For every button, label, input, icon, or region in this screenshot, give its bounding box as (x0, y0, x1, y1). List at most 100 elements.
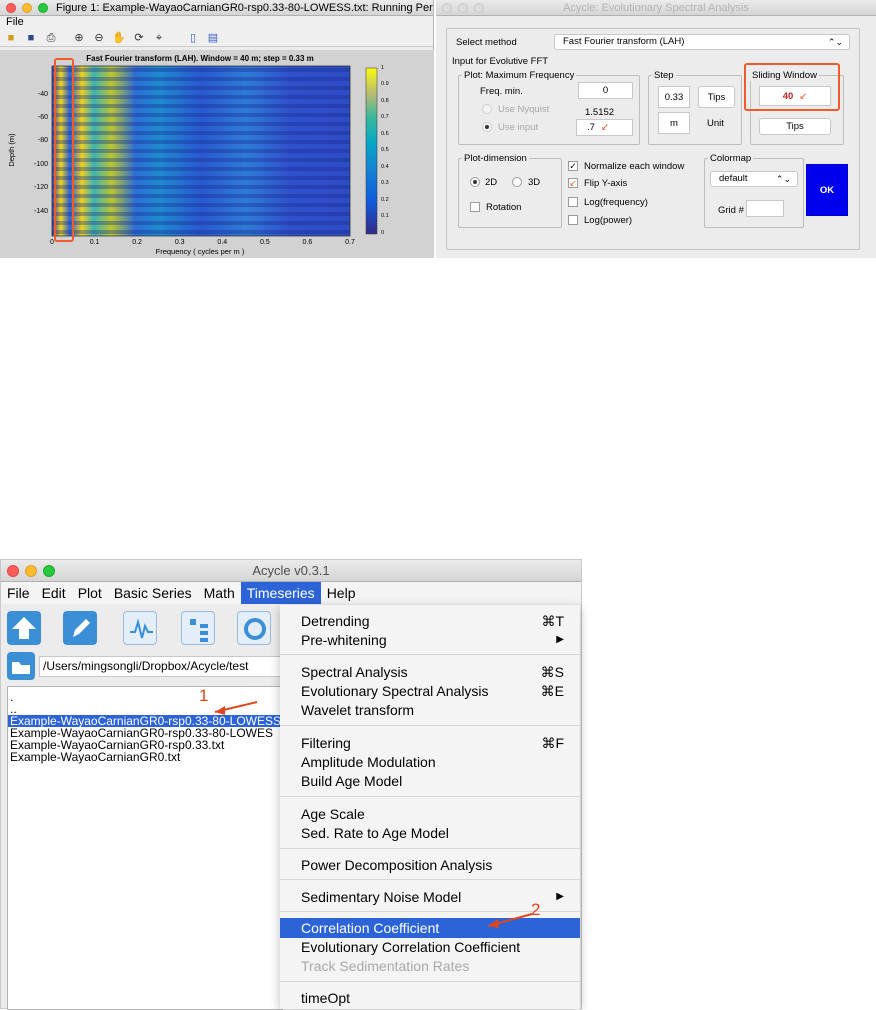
menu-item-age-scale[interactable]: Age Scale (280, 804, 580, 824)
normalize-checkbox[interactable]: ✓ (568, 161, 578, 171)
plot-title: Fast Fourier transform (LAH). Window = 4… (86, 54, 314, 63)
ok-button[interactable]: OK (806, 164, 848, 216)
menu-item-power-decomposition[interactable]: Power Decomposition Analysis (280, 855, 580, 875)
svg-text:0.6: 0.6 (381, 131, 389, 137)
close-window-button[interactable] (6, 3, 16, 13)
log-power-checkbox[interactable] (568, 215, 578, 225)
menu-edit[interactable]: Edit (36, 582, 72, 604)
x-tick: 0.3 (175, 239, 185, 246)
x-tick: 0 (50, 239, 54, 246)
list-tree-icon (190, 619, 208, 642)
sliding-window-input[interactable]: 40 ↙ (759, 86, 831, 106)
menu-item-amplitude-modulation[interactable]: Amplitude Modulation (280, 752, 580, 772)
method-select[interactable]: Fast Fourier transform (LAH) ⌃⌄ (554, 34, 850, 50)
dim-3d-radio[interactable] (512, 177, 522, 187)
max-freq-input[interactable]: .7 ↙ (576, 119, 633, 136)
menu-item-prewhitening[interactable]: Pre-whitening ▶ (280, 630, 580, 650)
zoom-window-button[interactable] (38, 3, 48, 13)
menu-item-evolutionary-spectral[interactable]: Evolutionary Spectral Analysis ⌘E (280, 681, 580, 701)
print-icon[interactable]: ⎙ (44, 31, 58, 45)
esa-titlebar: Acycle: Evolutionary Spectral Analysis (436, 0, 876, 16)
minimize-window-button[interactable] (22, 3, 32, 13)
svg-text:0.8: 0.8 (381, 98, 389, 104)
pan-icon[interactable]: ✋ (112, 31, 126, 45)
figure-menubar: File (0, 16, 433, 29)
input-group-label: Input for Evolutive FFT (452, 56, 549, 67)
colormap-select[interactable]: default ⌃⌄ (710, 171, 798, 187)
esa-title: Acycle: Evolutionary Spectral Analysis (563, 2, 749, 14)
data-cursor-icon[interactable]: ⌖ (152, 31, 166, 45)
dim-2d-radio[interactable] (470, 177, 480, 187)
figure-menu-file[interactable]: File (6, 16, 24, 28)
zoom-out-icon[interactable]: ⊖ (92, 31, 106, 45)
svg-text:0.9: 0.9 (381, 81, 389, 87)
minimize-window-button[interactable] (25, 565, 37, 577)
tree-button[interactable] (181, 611, 215, 645)
x-tick: 0.2 (132, 239, 142, 246)
main-title: Acycle v0.3.1 (252, 563, 330, 578)
arrow-annotation: ↙ (600, 122, 609, 133)
menu-item-spectral-analysis[interactable]: Spectral Analysis ⌘S (280, 662, 580, 682)
rotate-icon[interactable]: ⟳ (132, 31, 146, 45)
open-icon[interactable]: ■ (4, 31, 18, 45)
svg-text:0.7: 0.7 (381, 114, 389, 120)
freq-min-input[interactable]: 0 (578, 82, 633, 99)
plot-dimension-label: Plot-dimension (462, 153, 529, 164)
menu-item-wavelet[interactable]: Wavelet transform (280, 700, 580, 720)
x-tick: 0.6 (303, 239, 313, 246)
colorbar-icon[interactable]: ▯ (186, 31, 200, 45)
refresh-button[interactable] (237, 611, 271, 645)
y-axis-label: Depth (m) (7, 133, 16, 167)
arrow-annotation: ↙ (799, 90, 808, 102)
go-folder-button[interactable] (7, 652, 35, 680)
waveform-icon (130, 618, 153, 639)
menu-item-filtering[interactable]: Filtering ⌘F (280, 733, 580, 753)
up-folder-button[interactable] (7, 611, 41, 645)
menu-plot[interactable]: Plot (72, 582, 108, 604)
menu-file[interactable]: File (1, 582, 36, 604)
menu-math[interactable]: Math (198, 582, 241, 604)
step-tips-button[interactable]: Tips (698, 86, 735, 108)
zoom-in-icon[interactable]: ⊕ (72, 31, 86, 45)
minimize-window-button[interactable] (458, 3, 468, 13)
select-method-label: Select method (456, 37, 517, 48)
close-window-button[interactable] (442, 3, 452, 13)
menu-basic-series[interactable]: Basic Series (108, 582, 198, 604)
y-tick: -80 (38, 137, 48, 144)
main-titlebar: Acycle v0.3.1 (1, 560, 581, 582)
menu-item-timeopt[interactable]: timeOpt (280, 988, 580, 1008)
plot-dimension-group (458, 158, 562, 228)
menu-item-evolutionary-correlation[interactable]: Evolutionary Correlation Coefficient (280, 937, 580, 957)
nyquist-value: 1.5152 (585, 107, 615, 118)
save-icon[interactable]: ■ (24, 31, 38, 45)
window-tips-button[interactable]: Tips (759, 118, 831, 135)
main-menubar: File Edit Plot Basic Series Math Timeser… (1, 582, 581, 604)
use-input-radio[interactable] (482, 122, 492, 132)
annotation-arrow (487, 913, 533, 928)
zoom-window-button[interactable] (474, 3, 484, 13)
zoom-window-button[interactable] (43, 565, 55, 577)
menu-item-track-sed-rates: Track Sedimentation Rates (301, 958, 470, 974)
close-window-button[interactable] (7, 565, 19, 577)
flip-y-checkbox[interactable]: ↙ (568, 178, 578, 188)
edit-button[interactable] (63, 611, 97, 645)
use-nyquist-radio[interactable] (482, 104, 492, 114)
menu-help[interactable]: Help (321, 582, 362, 604)
rotation-checkbox[interactable] (470, 202, 480, 212)
path-input[interactable]: /Users/mingsongli/Dropbox/Acycle/test (39, 656, 299, 677)
log-frequency-checkbox[interactable] (568, 197, 578, 207)
list-item[interactable]: Example-WayaoCarnianGR0.txt (8, 751, 282, 763)
up-arrow-icon (12, 617, 36, 639)
colormap-value: default (719, 173, 748, 184)
step-unit-input[interactable]: m (658, 112, 690, 134)
menu-item-build-age-model[interactable]: Build Age Model (280, 771, 580, 791)
grid-input[interactable] (746, 200, 784, 217)
menu-item-sed-rate[interactable]: Sed. Rate to Age Model (280, 823, 580, 843)
menu-item-detrending[interactable]: Detrending ⌘T (280, 611, 580, 631)
svg-text:0.5: 0.5 (381, 147, 389, 153)
step-input[interactable]: 0.33 (658, 86, 690, 108)
menu-timeseries[interactable]: Timeseries (240, 582, 321, 604)
svg-text:0: 0 (381, 230, 384, 236)
legend-icon[interactable]: ▤ (206, 31, 220, 45)
plot-button[interactable] (123, 611, 157, 645)
